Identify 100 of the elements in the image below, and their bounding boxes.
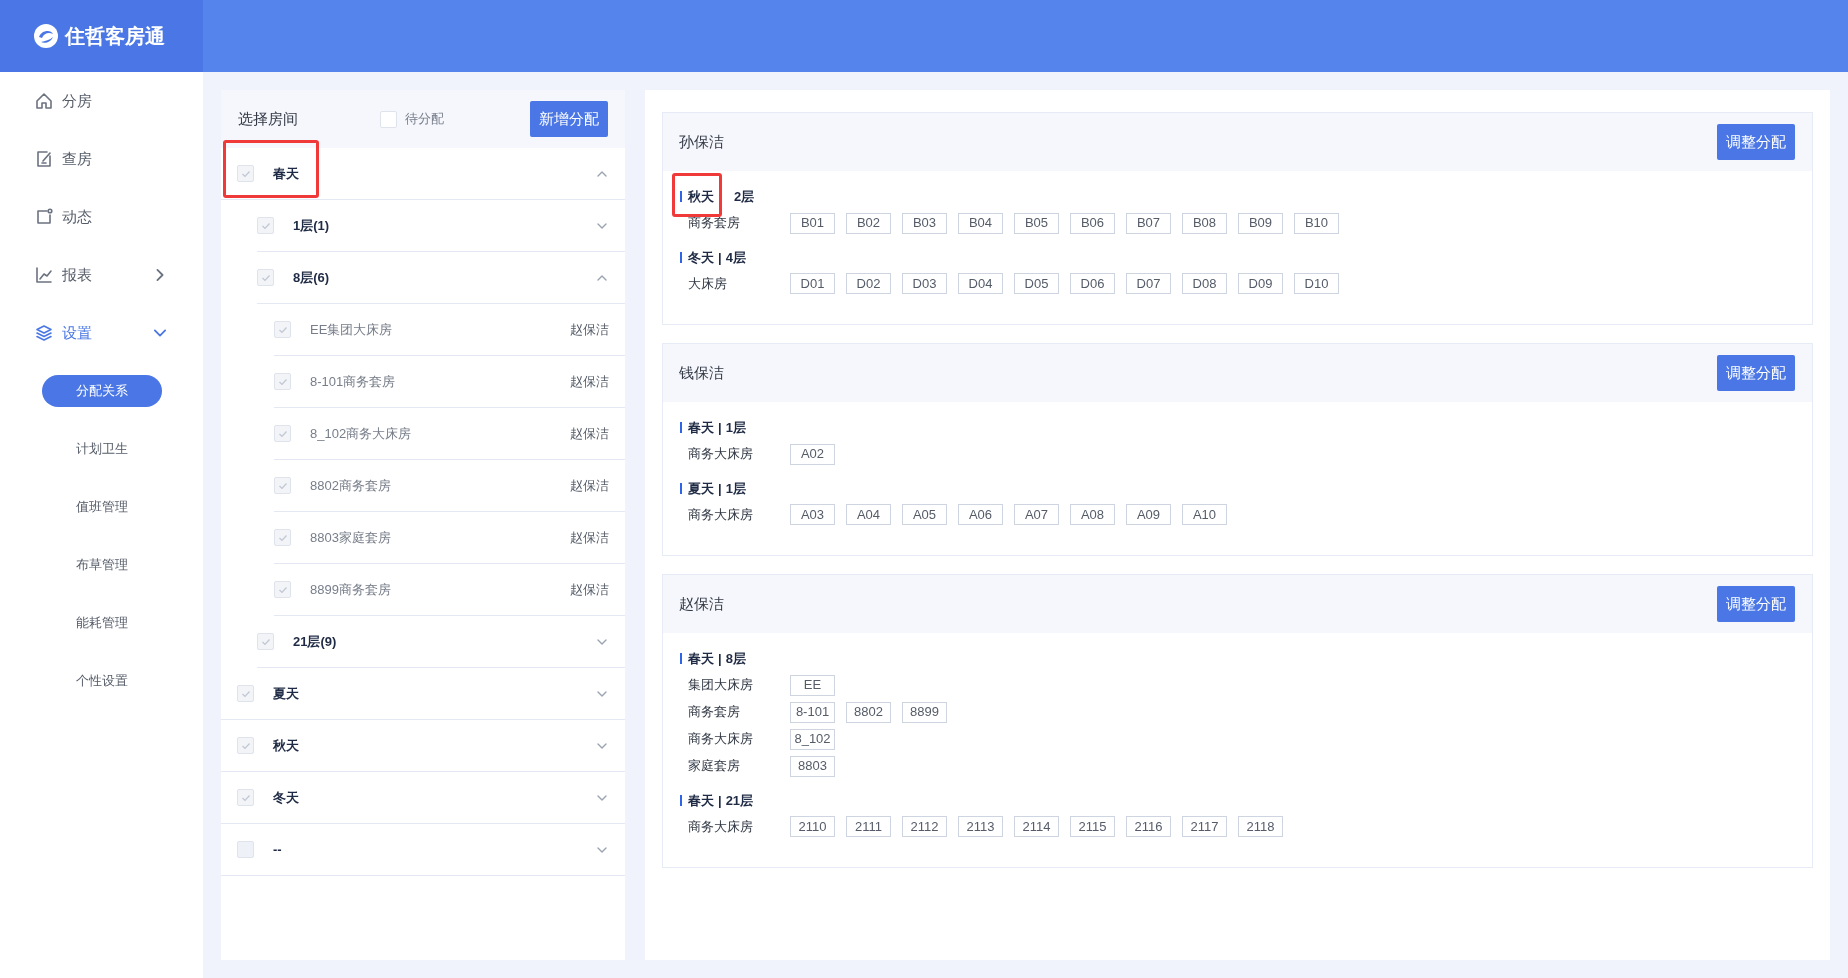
room-tag[interactable]: B01 [790, 212, 835, 234]
room-tag[interactable]: B07 [1126, 212, 1171, 234]
tree-row[interactable]: 21层(9) [257, 616, 625, 667]
tree-row[interactable]: 1层(1) [257, 200, 625, 251]
checkmark-icon [260, 272, 271, 283]
tree-row[interactable]: 8_102商务大床房 赵保洁 [274, 408, 625, 459]
checkbox[interactable] [274, 477, 291, 494]
nav-item[interactable]: 分房 [0, 72, 203, 130]
nav-item[interactable]: 报表 [0, 246, 203, 304]
adjust-assignment-button[interactable]: 调整分配 [1717, 586, 1795, 622]
room-tag[interactable]: A05 [902, 504, 947, 525]
room-tag[interactable]: A09 [1126, 504, 1171, 525]
checkbox[interactable] [237, 841, 254, 858]
tree-row[interactable]: EE集团大床房 赵保洁 [274, 304, 625, 355]
checkbox[interactable] [237, 789, 254, 806]
room-tag[interactable]: 2115 [1070, 816, 1115, 837]
room-tag[interactable]: 2116 [1126, 816, 1171, 837]
tree-row[interactable]: 秋天 [221, 720, 625, 771]
room-tag[interactable]: B02 [846, 212, 891, 234]
adjust-assignment-button[interactable]: 调整分配 [1717, 355, 1795, 391]
submenu-item[interactable]: 布草管理 [41, 549, 162, 581]
room-tag[interactable]: D10 [1294, 273, 1339, 294]
pending-filter[interactable]: 待分配 [380, 109, 530, 129]
room-tag[interactable]: A04 [846, 504, 891, 525]
room-tag[interactable]: 8_102 [790, 728, 835, 750]
checkbox[interactable] [274, 529, 291, 546]
tree-row[interactable]: 8899商务套房 赵保洁 [274, 564, 625, 615]
submenu-item[interactable]: 能耗管理 [41, 607, 162, 639]
room-tag[interactable]: D06 [1070, 273, 1115, 294]
tree-row[interactable]: 冬天 [221, 772, 625, 823]
nav-item[interactable]: 查房 [0, 130, 203, 188]
room-tag[interactable]: B04 [958, 212, 1003, 234]
checkbox[interactable] [257, 269, 274, 286]
tree-row[interactable]: 8802商务套房 赵保洁 [274, 460, 625, 511]
room-tag[interactable]: B05 [1014, 212, 1059, 234]
room-tag[interactable]: D07 [1126, 273, 1171, 294]
checkbox[interactable] [274, 425, 291, 442]
checkbox[interactable] [237, 165, 254, 182]
checkmark-icon [260, 636, 271, 647]
room-tag[interactable]: B10 [1294, 212, 1339, 234]
checkbox[interactable] [257, 633, 274, 650]
edit-note-icon [34, 149, 54, 169]
add-assignment-button[interactable]: 新增分配 [530, 101, 608, 137]
room-tag[interactable]: D03 [902, 273, 947, 294]
room-type: 商务大床房 [687, 817, 754, 836]
checkmark-icon [260, 220, 271, 231]
tree-row[interactable]: 8803家庭套房 赵保洁 [274, 512, 625, 563]
room-tag[interactable]: EE [790, 674, 835, 696]
room-tag[interactable]: 8803 [790, 755, 835, 777]
room-tag[interactable]: 2112 [902, 816, 947, 837]
room-tag[interactable]: 8-101 [790, 701, 835, 723]
room-tag[interactable]: 2114 [1014, 816, 1059, 837]
room-tag[interactable]: A06 [958, 504, 1003, 525]
checkbox[interactable] [257, 217, 274, 234]
nav-item[interactable]: 动态 [0, 188, 203, 246]
checkbox[interactable] [237, 737, 254, 754]
room-tag[interactable]: A03 [790, 504, 835, 525]
checkbox[interactable] [274, 321, 291, 338]
adjust-assignment-button[interactable]: 调整分配 [1717, 124, 1795, 160]
room-tag[interactable]: B03 [902, 212, 947, 234]
room-tag[interactable]: 2117 [1182, 816, 1227, 837]
room-tag[interactable]: A07 [1014, 504, 1059, 525]
group-title: 冬天 | 4层 [688, 248, 746, 267]
room-type: 家庭套房 [687, 757, 741, 776]
room-tag[interactable]: D04 [958, 273, 1003, 294]
room-tag[interactable]: 2118 [1238, 816, 1283, 837]
group-title: 春天 | 8层 [688, 650, 746, 668]
checkmark-icon [277, 532, 288, 543]
submenu-item[interactable]: 分配关系 [41, 375, 162, 407]
checkbox[interactable] [274, 581, 291, 598]
tree-row[interactable]: 8层(6) [257, 252, 625, 303]
room-tag[interactable]: B06 [1070, 212, 1115, 234]
room-tag[interactable]: D09 [1238, 273, 1283, 294]
room-tag[interactable]: 2113 [958, 816, 1003, 837]
group-title: 春天 | 1层 [688, 419, 746, 437]
room-tag[interactable]: 8802 [846, 701, 891, 723]
room-tag[interactable]: 8899 [902, 701, 947, 723]
nav-item[interactable]: 设置 [0, 304, 203, 362]
room-tag[interactable]: D08 [1182, 273, 1227, 294]
checkbox[interactable] [274, 373, 291, 390]
tree-label: 春天 [273, 164, 300, 183]
tree-row[interactable]: -- [221, 824, 625, 875]
submenu-item[interactable]: 个性设置 [41, 665, 162, 697]
room-tag[interactable]: A10 [1182, 504, 1227, 525]
room-tag[interactable]: 2111 [846, 816, 891, 837]
tree-row[interactable]: 夏天 [221, 668, 625, 719]
room-tag[interactable]: B08 [1182, 212, 1227, 234]
room-tag[interactable]: D02 [846, 273, 891, 294]
room-tag[interactable]: D05 [1014, 273, 1059, 294]
checkbox[interactable] [237, 685, 254, 702]
room-tag[interactable]: B09 [1238, 212, 1283, 234]
submenu-item[interactable]: 值班管理 [41, 491, 162, 523]
tree-row[interactable]: 春天 [221, 148, 625, 199]
submenu-item[interactable]: 计划卫生 [41, 433, 162, 465]
tree-row[interactable]: 8-101商务套房 赵保洁 [274, 356, 625, 407]
room-tag[interactable]: 2110 [790, 816, 835, 837]
room-tag[interactable]: A02 [790, 443, 835, 465]
room-name: 8_102商务大床房 [310, 424, 413, 443]
room-tag[interactable]: A08 [1070, 504, 1115, 525]
room-tag[interactable]: D01 [790, 273, 835, 294]
